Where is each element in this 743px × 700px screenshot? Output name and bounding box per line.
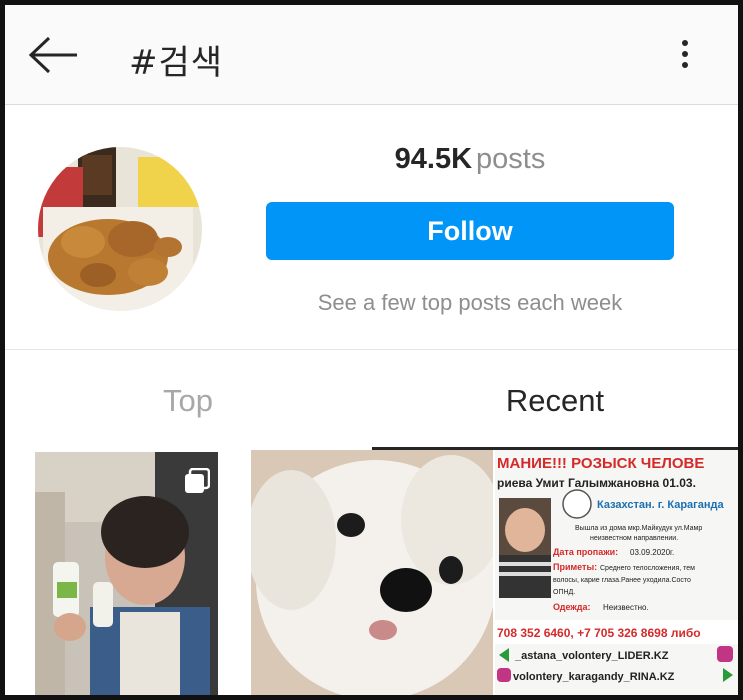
follow-subtext: See a few top posts each week [317, 290, 623, 315]
app-header: #검색 [5, 5, 738, 105]
hashtag-profile: 94.5K posts Follow See a few top posts ea… [5, 105, 738, 350]
grid-post-1[interactable] [35, 452, 218, 695]
vertical-ellipsis-icon [682, 40, 688, 46]
back-button[interactable] [27, 35, 81, 75]
tab-recent[interactable]: Recent [372, 351, 738, 450]
poster-handle-2: volontery_karagandy_RINA.KZ [513, 671, 675, 683]
carousel-icon [185, 468, 210, 493]
follow-button[interactable]: Follow [266, 202, 674, 260]
white-dog-photo [251, 450, 493, 695]
poster-date-value: 03.09.2020г. [630, 548, 674, 557]
poster-date-label: Дата пропажи: [553, 547, 618, 557]
hashtag-avatar [38, 147, 202, 311]
arrow-left-icon [28, 36, 77, 74]
post-grid: МАНИЕ!!! РОЗЫСК ЧЕЛОВЕ риева Умит Галымж… [5, 450, 738, 695]
poster-signs-label: Приметы: [553, 562, 597, 572]
feed-tabs: Top Recent [5, 351, 738, 450]
more-options-button[interactable] [673, 35, 697, 75]
missing-person-poster-photo: МАНИЕ!!! РОЗЫСК ЧЕЛОВЕ риева Умит Галымж… [495, 450, 738, 695]
poster-signs-value: Среднего телосложения, тем [600, 565, 695, 572]
poster-clothes-label: Одежда: [553, 602, 590, 612]
posts-label: posts [476, 143, 546, 175]
poster-headline: МАНИЕ!!! РОЗЫСК ЧЕЛОВЕ [497, 455, 704, 472]
screen-frame: #검색 94.5K posts Follow See a few top pos… [0, 0, 743, 700]
grid-post-3[interactable]: МАНИЕ!!! РОЗЫСК ЧЕЛОВЕ риева Умит Галымж… [495, 450, 738, 695]
tab-top[interactable]: Top [5, 351, 371, 450]
posts-count: 94.5K [394, 143, 473, 175]
poster-phones: 708 352 6460, +7 705 326 8698 либо [497, 626, 701, 640]
poster-line5: неизвестном направлении. [590, 535, 678, 542]
ellipsis-dot [682, 62, 688, 68]
page-title: #검색 [129, 43, 224, 83]
poster-city: Казахстан. г. Караганда [597, 499, 724, 511]
poster-handle-1: _astana_volontery_LIDER.KZ [514, 650, 669, 662]
poster-name-line: риева Умит Галымжановна 01.03. [497, 476, 696, 490]
posts-stat: 94.5K posts [265, 143, 675, 176]
fried-chicken-photo [38, 147, 202, 311]
poster-clothes-value: Неизвестно. [603, 603, 649, 612]
poster-line8: волосы, карие глаза.Ранее уходила.Состо [553, 577, 691, 584]
poster-line4: Вышла из дома мкр.Майкудук ул.Мамр [575, 524, 702, 532]
poster-line9: ОПНД. [553, 589, 575, 596]
ellipsis-dot [682, 51, 688, 57]
grid-post-2[interactable] [251, 450, 493, 695]
